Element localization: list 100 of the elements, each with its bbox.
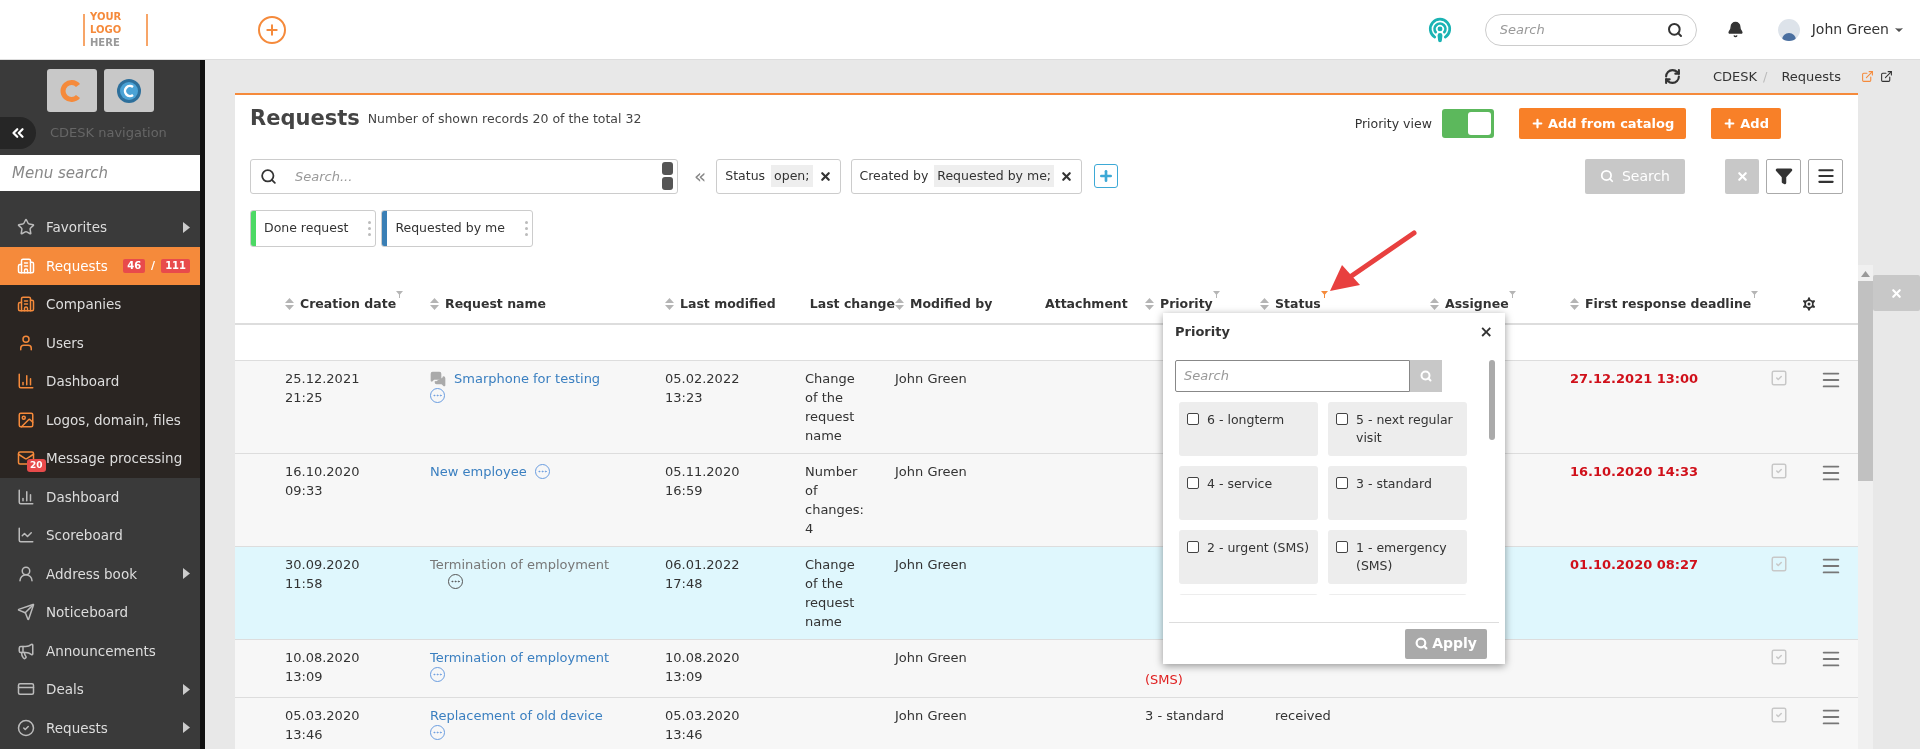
priority-option[interactable]: 4 - service [1179,465,1318,520]
add-button[interactable] [258,15,286,44]
priority-option[interactable]: 3 - standard [1328,465,1467,520]
close-button[interactable]: × [1479,323,1493,340]
checkbox[interactable] [1187,476,1199,489]
checkbox[interactable] [1336,412,1348,425]
filter-icon[interactable] [1320,291,1328,298]
sort-icon[interactable] [285,298,294,310]
column-header[interactable]: Priority [1160,295,1213,313]
search-icon[interactable] [1666,21,1683,38]
external-link-icon[interactable] [1880,70,1893,83]
close-button[interactable] [1873,275,1920,311]
settings-icon[interactable] [1800,295,1818,313]
priority-option[interactable]: 2 - urgent (SMS) [1179,529,1318,584]
column-header[interactable]: Modified by [910,295,993,313]
checkbox[interactable] [1187,412,1199,425]
sort-icon[interactable] [1145,298,1154,310]
menu-search-field[interactable]: Menu search [0,155,200,191]
column-header[interactable]: Last modified [680,295,776,313]
check-icon[interactable] [1770,369,1788,387]
count-badge: 46 [123,258,146,273]
table-cell-text: 10.08.2020 13:09 [665,649,741,686]
search-field[interactable]: Search... [250,158,678,194]
collapse-button[interactable] [0,117,36,149]
breadcrumb-link[interactable]: CDESK [1712,66,1757,87]
remove-icon[interactable] [818,169,832,183]
column-header[interactable]: Creation date [300,295,397,313]
checkbox[interactable] [1336,540,1348,553]
column-header[interactable]: First response deadline [1585,295,1752,313]
priority-option[interactable]: 1 - emergency (SMS) [1328,529,1467,584]
column-header[interactable]: Status [1275,295,1321,313]
clear-button[interactable] [1725,158,1759,194]
drag-handle-icon[interactable] [368,221,372,236]
close-icon [1735,169,1749,183]
user-name[interactable]: John Green [1811,19,1889,40]
column-header[interactable]: Request name [445,295,547,313]
search-button[interactable] [1410,359,1442,392]
check-icon[interactable] [1770,706,1788,724]
check-icon[interactable] [1770,555,1788,573]
add-filter-button[interactable] [1094,164,1119,188]
priority-toggle[interactable] [1441,109,1494,138]
sort-icon[interactable] [1430,298,1439,310]
scrollbar[interactable] [1489,359,1495,440]
check-icon[interactable] [1770,462,1788,480]
request-link[interactable]: Termination of employment [430,555,610,574]
request-link[interactable]: Termination of employment [430,648,610,667]
checkbox[interactable] [1336,476,1348,489]
filter-icon[interactable] [396,291,404,298]
scrollbar[interactable] [1858,265,1873,749]
sort-icon[interactable] [1570,298,1579,310]
handle-icon[interactable] [662,161,673,191]
drag-handle-icon[interactable] [524,221,528,236]
table-cell-text: 06.01.2022 17:48 [665,556,741,593]
column-header[interactable]: Attachment [1045,295,1128,313]
sort-icon[interactable] [665,298,674,310]
saved-filter-tab[interactable]: Done request [250,210,377,247]
request-link[interactable]: Replacement of old device [430,706,603,725]
filter-icon[interactable] [1212,291,1220,298]
app-tile[interactable] [46,69,97,112]
table-cell-text: 05.03.2020 13:46 [665,707,741,744]
notification-icon[interactable] [1726,21,1744,38]
sidebar-item[interactable]: Requests 46 / 111 [0,246,200,285]
filter-icon[interactable] [1751,291,1759,298]
request-link[interactable]: Smarphone for testing [454,369,601,388]
table-cell-text: Change of the request name [805,370,856,445]
app-tile[interactable] [103,69,154,112]
sidebar-item[interactable]: Logos, domain, files [0,400,200,439]
checkbox[interactable] [1187,540,1199,553]
broadcast-icon[interactable] [1426,16,1453,43]
search-icon [1420,369,1432,382]
column-header[interactable]: Assignee [1445,295,1509,313]
column-header[interactable]: Last change [809,295,895,313]
check-icon[interactable] [1770,648,1788,666]
count-badge: 111 [161,258,190,273]
collapse-filters-button[interactable]: « [694,166,707,186]
request-link[interactable]: New employee [430,462,527,481]
filter-label: Status [725,166,766,185]
priority-option[interactable]: 5 - next regular visit [1328,401,1467,456]
filter-chip[interactable]: Created by Requested by me; [850,158,1083,194]
filter-icon[interactable] [1508,291,1516,298]
remove-icon[interactable] [1060,169,1074,183]
priority-option[interactable]: 6 - longterm [1179,401,1318,456]
menu-button[interactable] [1808,158,1843,194]
plus-icon [1098,168,1115,184]
scroll-up-icon[interactable] [1861,271,1870,277]
menu-label: Dashboard [46,372,120,392]
popup-search-field[interactable]: Search [1175,359,1410,392]
saved-filter-tab[interactable]: Requested by me [381,210,533,247]
sidebar-item[interactable]: 20 Message processing [0,439,200,478]
sort-icon[interactable] [895,298,904,310]
sort-icon[interactable] [430,298,439,310]
filter-button[interactable] [1766,158,1801,194]
sidebar-item[interactable]: Companies [0,285,200,324]
filter-chip[interactable]: Status open; [716,158,841,194]
sidebar-item[interactable]: Users [0,323,200,362]
avatar[interactable] [1777,18,1800,41]
search-field[interactable]: Search [1484,13,1697,46]
sidebar-item[interactable]: Dashboard [0,362,200,401]
sort-icon[interactable] [1260,298,1269,310]
refresh-icon[interactable] [1663,68,1681,85]
